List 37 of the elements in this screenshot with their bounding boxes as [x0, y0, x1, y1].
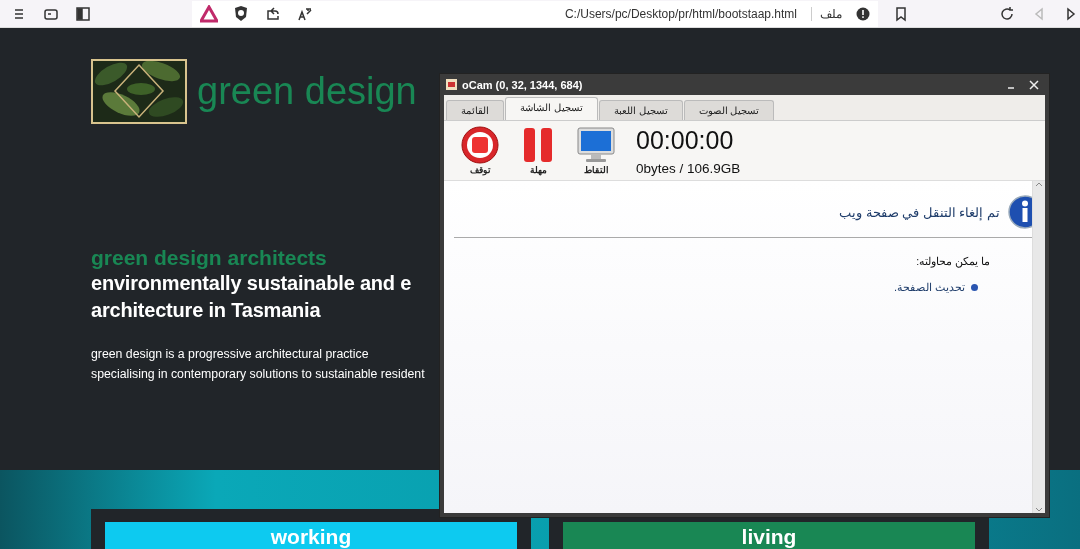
intro-text: specialising in contemporary solutions to sustainable resident	[91, 366, 425, 383]
pause-icon	[521, 126, 555, 164]
stop-icon	[461, 126, 499, 164]
timer: 00:00:00	[636, 125, 735, 155]
address-url[interactable]: C:/Users/pc/Desktop/pr/html/bootstaap.html	[564, 6, 797, 21]
action-label[interactable]: التقاط	[583, 165, 609, 175]
tab[interactable]: القائمة	[446, 100, 504, 120]
prompt-text: ما يمكن محاولته:	[915, 255, 990, 267]
tab[interactable]: تسجيل الشاشة	[505, 97, 598, 120]
info-icon	[856, 6, 870, 21]
brand-title: green design	[197, 70, 417, 113]
shield-icon	[232, 4, 250, 23]
scroll-up-icon[interactable]	[1035, 181, 1043, 187]
sidebar-icon[interactable]	[74, 4, 92, 23]
window-title: oCam (0, 32, 1344, 684)	[462, 78, 584, 91]
bullet-icon	[971, 284, 978, 291]
storage-text: 0bytes / 106.9GB	[636, 160, 741, 176]
card-heading: living	[563, 522, 975, 549]
action-label[interactable]: مهلة	[529, 165, 547, 175]
app-icon	[446, 79, 457, 90]
notice-title: تم إلغاء التنقل في صفحة ويب	[838, 204, 1000, 220]
suggestion-link[interactable]: تحديث الصفحة.	[893, 281, 965, 294]
scrollbar[interactable]	[1032, 181, 1045, 513]
tab[interactable]: تسجيل الصوت	[683, 100, 775, 120]
reload-icon[interactable]	[998, 4, 1016, 23]
headline: environmentally sustainable and e	[91, 271, 412, 296]
tab[interactable]: تسجيل اللعبة	[598, 100, 683, 120]
scroll-down-icon[interactable]	[1035, 507, 1043, 513]
share-icon[interactable]	[264, 4, 282, 23]
scheme-label: ملف	[811, 6, 842, 21]
monitor-icon	[576, 126, 616, 164]
kicker-heading: green design architects	[91, 246, 327, 270]
action-label[interactable]: توقف	[469, 165, 491, 175]
headline: architecture in Tasmania	[91, 298, 321, 323]
intro-text: green design is a progressive architectural practice	[91, 346, 369, 363]
triangle-icon	[200, 4, 218, 23]
card-heading: working	[105, 522, 517, 549]
